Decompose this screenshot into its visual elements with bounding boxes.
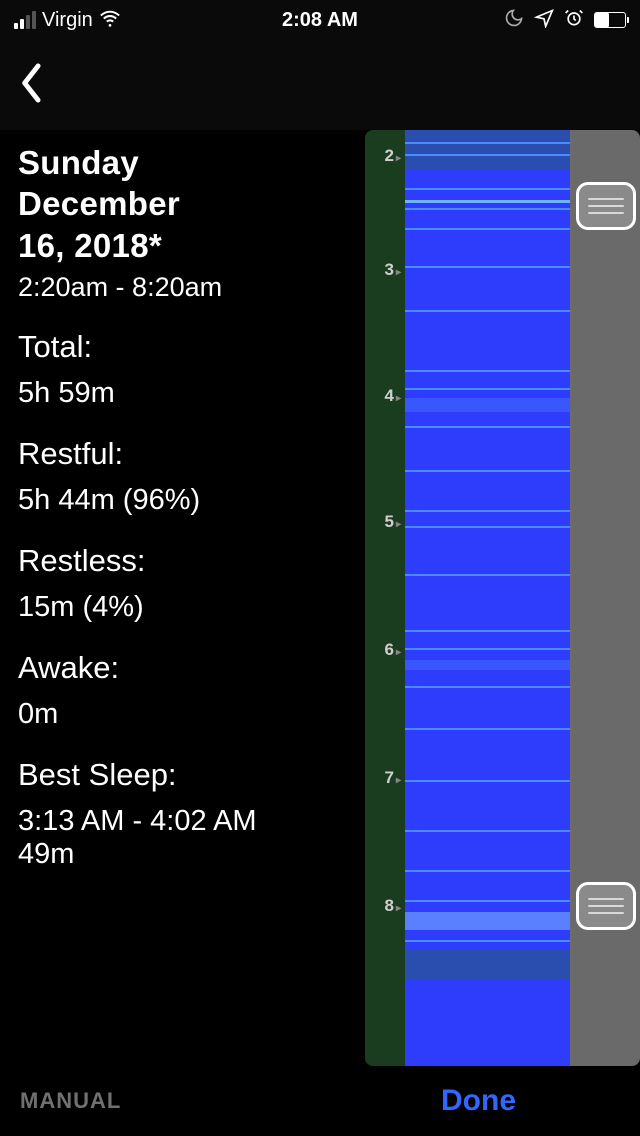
stat-value: 0m	[18, 698, 365, 731]
stat-label: Restless:	[18, 543, 365, 579]
stat-restless: Restless: 15m (4%)	[18, 543, 365, 624]
best-value-line: 49m	[18, 838, 365, 871]
hour-tick: 7	[365, 768, 401, 788]
hour-tick: 4	[365, 386, 401, 406]
footer: MANUAL Done	[0, 1066, 640, 1136]
crop-handle-bottom[interactable]	[576, 882, 636, 930]
stat-label: Total:	[18, 329, 365, 365]
stat-restful: Restful: 5h 44m (96%)	[18, 436, 365, 517]
crop-column	[570, 130, 640, 1066]
stat-value: 5h 44m (96%)	[18, 484, 365, 517]
stat-best-sleep: Best Sleep: 3:13 AM - 4:02 AM 49m	[18, 757, 365, 871]
stat-label: Restful:	[18, 436, 365, 472]
date-line: December	[18, 183, 365, 224]
hour-tick: 2	[365, 146, 401, 166]
date-line: Sunday	[18, 142, 365, 183]
hour-tick: 8	[365, 896, 401, 916]
main-content: Sunday December 16, 2018* 2:20am - 8:20a…	[0, 130, 640, 1066]
crop-handle-top[interactable]	[576, 182, 636, 230]
alarm-icon	[564, 8, 584, 33]
stat-awake: Awake: 0m	[18, 650, 365, 731]
hour-gutter: 2 3 4 5 6 7 8	[365, 130, 405, 1066]
stat-value: 3:13 AM - 4:02 AM 49m	[18, 805, 365, 871]
stats-column: Sunday December 16, 2018* 2:20am - 8:20a…	[0, 130, 365, 1066]
done-button[interactable]: Done	[441, 1084, 516, 1118]
manual-button[interactable]: MANUAL	[20, 1088, 121, 1114]
battery-icon	[594, 12, 626, 28]
sleep-strip[interactable]	[405, 130, 570, 1066]
stat-label: Awake:	[18, 650, 365, 686]
time-range: 2:20am - 8:20am	[18, 272, 365, 303]
best-value-line: 3:13 AM - 4:02 AM	[18, 805, 365, 838]
stat-value: 15m (4%)	[18, 591, 365, 624]
status-right	[504, 8, 626, 33]
timeline-column: 2 3 4 5 6 7 8	[365, 130, 640, 1066]
hour-tick: 5	[365, 512, 401, 532]
date-title: Sunday December 16, 2018*	[18, 142, 365, 266]
carrier-label: Virgin	[42, 9, 93, 32]
stat-label: Best Sleep:	[18, 757, 365, 793]
moon-icon	[504, 8, 524, 33]
date-line: 16, 2018*	[18, 225, 365, 266]
back-button[interactable]	[18, 61, 46, 110]
hour-tick: 6	[365, 640, 401, 660]
wifi-icon	[99, 7, 121, 34]
status-bar: Virgin 2:08 AM	[0, 0, 640, 40]
hour-tick: 3	[365, 260, 401, 280]
nav-bar	[0, 40, 640, 130]
status-left: Virgin	[14, 7, 121, 34]
location-icon	[534, 8, 554, 33]
status-time: 2:08 AM	[282, 9, 358, 32]
signal-icon	[14, 11, 36, 29]
stat-value: 5h 59m	[18, 377, 365, 410]
stat-total: Total: 5h 59m	[18, 329, 365, 410]
